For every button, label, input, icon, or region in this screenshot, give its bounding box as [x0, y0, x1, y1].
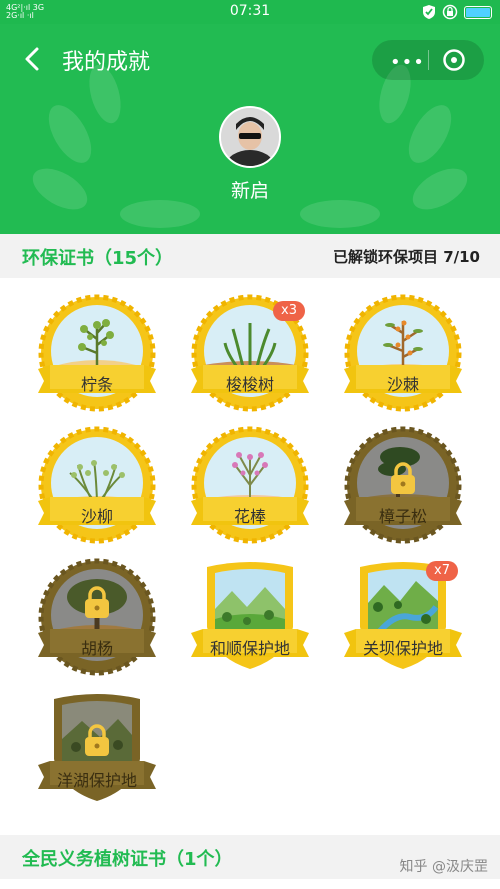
badge-zhangzisong[interactable]: 樟子松 — [340, 425, 466, 551]
badge-huyang[interactable]: 胡杨 — [34, 557, 160, 683]
avatar[interactable] — [219, 106, 281, 168]
badge-medal-icon — [38, 558, 156, 676]
capsule-divider — [428, 50, 429, 70]
lock-rotation-icon — [442, 4, 458, 20]
badge-label: 沙棘 — [386, 375, 419, 394]
badge-label: 胡杨 — [80, 639, 113, 658]
badge-shaliu[interactable]: 沙柳 — [34, 425, 160, 551]
badge-label: 梭梭树 — [225, 375, 274, 394]
profile-header: 我的成就 ••• 新启 — [0, 24, 500, 234]
badge-medal-icon — [344, 294, 462, 412]
section-title: 环保证书（15个） — [22, 248, 174, 269]
eco-certificates-header: 环保证书（15个） 已解锁环保项目 7/10 — [0, 234, 500, 278]
badge-label: 花棒 — [233, 507, 266, 526]
section-title: 全民义务植树证书（1个） — [22, 849, 233, 870]
badge-count: x7 — [426, 561, 458, 581]
watermark: 知乎 @汲庆罡 — [399, 859, 488, 875]
badge-medal-icon — [38, 426, 156, 544]
more-button[interactable]: ••• — [390, 52, 425, 73]
badge-huabang[interactable]: 花棒 — [187, 425, 313, 551]
badge-yanghu-reserve[interactable]: 洋湖保护地 — [34, 689, 160, 815]
badge-heshun-reserve[interactable]: 和顺保护地 — [187, 557, 313, 683]
miniapp-capsule: ••• — [372, 40, 484, 80]
badge-shaji[interactable]: 沙棘 — [340, 293, 466, 419]
back-arrow-icon[interactable] — [22, 46, 42, 72]
close-miniapp-icon[interactable] — [442, 48, 466, 72]
page-title: 我的成就 — [62, 50, 151, 75]
status-bar: 4G²|·ıl 3G 2G·ıl ·ıl 07:31 — [0, 0, 500, 24]
badge-ningtiao[interactable]: 柠条 — [34, 293, 160, 419]
badge-grid: 柠条 梭梭树 x3 沙棘 沙柳 花棒 樟子松 胡杨 和顺保护地 关坝保护地 x7… — [0, 279, 500, 835]
lock-icon — [85, 724, 109, 756]
user-name: 新启 — [230, 180, 269, 202]
badge-suosuoshu[interactable]: 梭梭树 x3 — [187, 293, 313, 419]
badge-label: 柠条 — [80, 375, 113, 394]
battery-icon — [464, 5, 492, 19]
badge-guanba-reserve[interactable]: 关坝保护地 x7 — [340, 557, 466, 683]
badge-count: x3 — [273, 301, 305, 321]
badge-label: 樟子松 — [378, 507, 427, 526]
badge-label: 和顺保护地 — [209, 639, 290, 658]
shield-icon — [423, 5, 435, 19]
badge-label: 洋湖保护地 — [56, 771, 137, 790]
badge-label: 沙柳 — [80, 507, 113, 526]
badge-label: 关坝保护地 — [362, 639, 443, 658]
avatar-image — [221, 108, 279, 166]
unlock-progress: 已解锁环保项目 7/10 — [332, 248, 480, 266]
badge-medal-icon — [191, 426, 309, 544]
lock-icon — [85, 586, 109, 618]
badge-shield-icon — [191, 562, 309, 669]
badge-medal-icon — [38, 294, 156, 412]
lock-icon — [391, 462, 415, 494]
